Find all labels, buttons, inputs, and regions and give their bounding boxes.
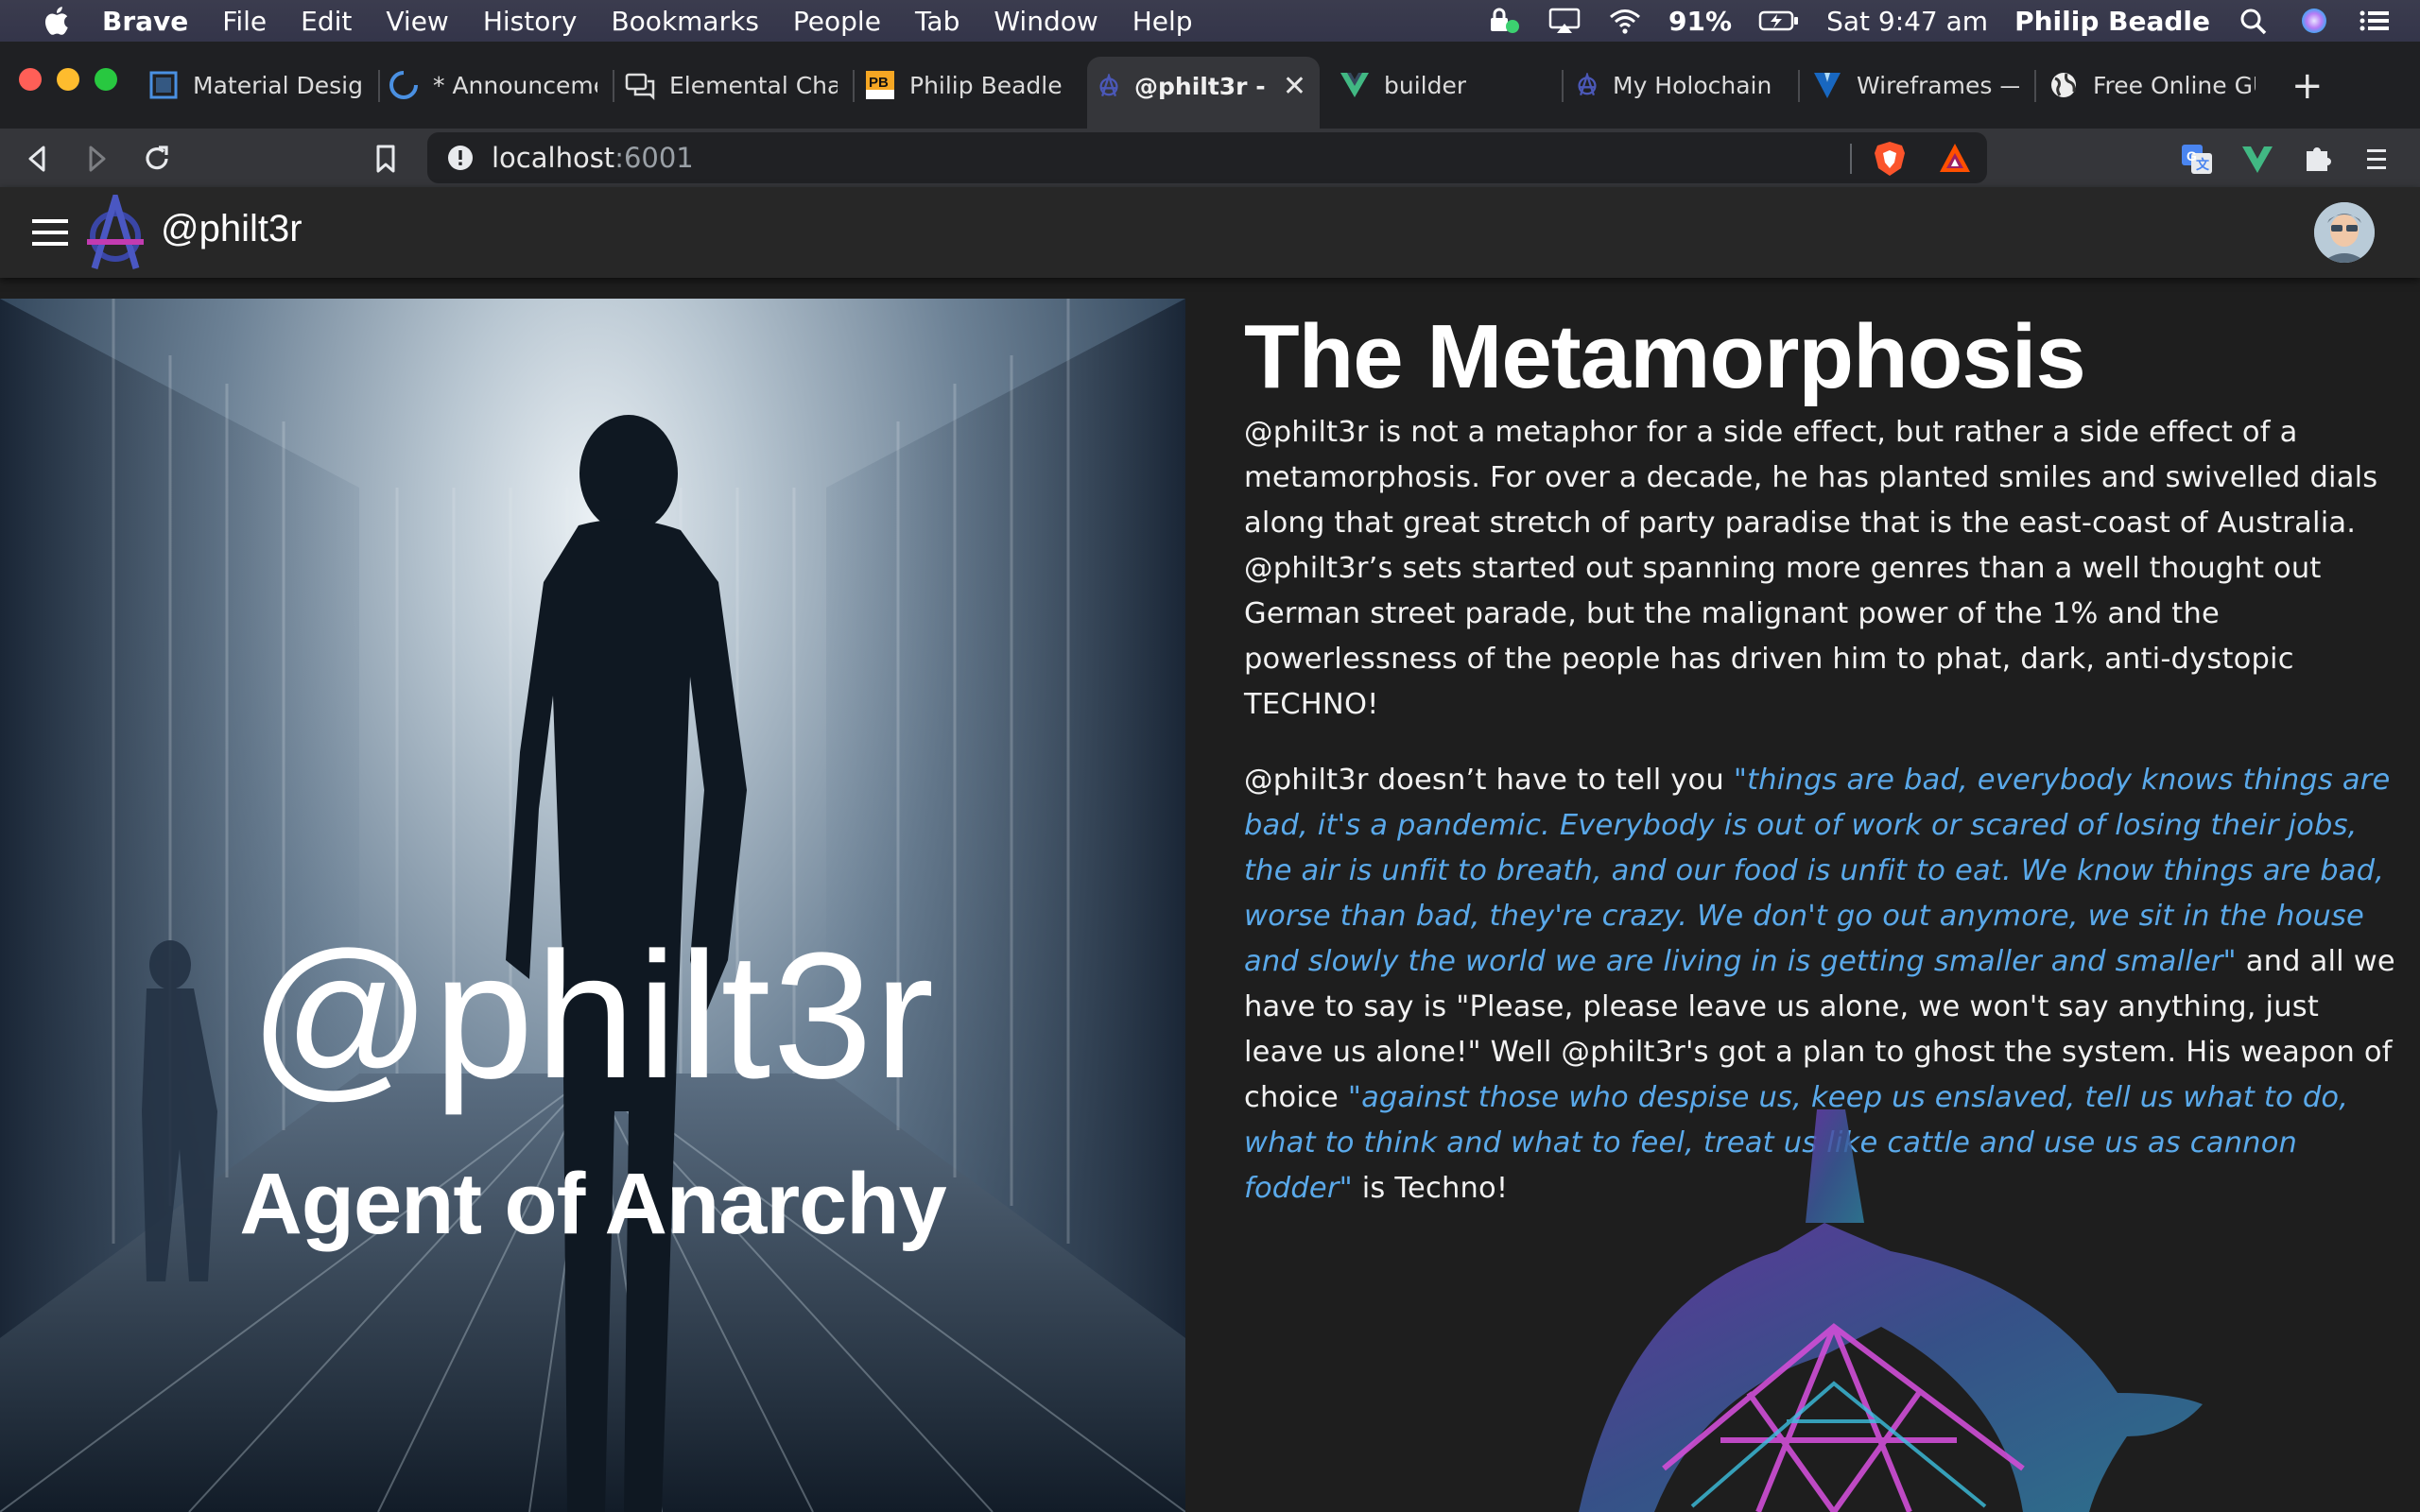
extensions-puzzle-icon[interactable] — [2299, 140, 2337, 178]
svg-text:文: 文 — [2196, 157, 2210, 172]
hero-handle: @philt3r — [249, 916, 937, 1116]
close-tab-icon[interactable]: ✕ — [1283, 70, 1306, 103]
p2-text-c: is Techno! — [1352, 1172, 1509, 1205]
tab-announcements[interactable]: * Announcemen — [378, 59, 611, 112]
reload-icon[interactable] — [138, 140, 176, 178]
browser-toolbar: localhost:6001 G 文 — [0, 129, 2420, 187]
browser-menu-icon[interactable] — [2358, 140, 2395, 178]
article: The Metamorphosis @philt3r is not a meta… — [1244, 304, 2401, 1211]
brave-rewards-icon[interactable] — [1938, 142, 1972, 174]
url-host: localhost — [492, 142, 615, 174]
user-name[interactable]: Philip Beadle — [2014, 6, 2210, 37]
menu-file[interactable]: File — [222, 6, 267, 37]
p2-text-a: @philt3r doesn’t have to tell you — [1244, 764, 1734, 797]
anarchy-logo-icon[interactable] — [81, 195, 149, 270]
tab-my-holochain[interactable]: My Holochain — [1565, 59, 1796, 112]
menu-edit[interactable]: Edit — [301, 6, 352, 37]
app-bar: @philt3r — [0, 187, 2420, 278]
app-brand-title[interactable]: @philt3r — [161, 208, 302, 250]
airplay-icon[interactable] — [1547, 7, 1582, 35]
chat-icon — [625, 73, 655, 101]
notification-center-icon[interactable] — [2358, 7, 2392, 35]
battery-charging-icon[interactable] — [1758, 7, 1800, 35]
svg-text:PB: PB — [869, 75, 889, 91]
article-title: The Metamorphosis — [1244, 306, 2086, 407]
tab-philip-beadle[interactable]: PB Philip Beadle — [855, 59, 1081, 112]
wifi-icon[interactable] — [1608, 7, 1642, 35]
anarchy-emblem-graphic — [1579, 1109, 2203, 1512]
new-tab-button[interactable]: + — [2291, 67, 2324, 105]
hero-tagline: Agent of Anarchy — [239, 1156, 946, 1252]
siri-icon[interactable] — [2297, 7, 2331, 35]
menu-bookmarks[interactable]: Bookmarks — [611, 6, 758, 37]
rain-room-photo — [0, 299, 1185, 1512]
translate-icon[interactable]: G 文 — [2178, 140, 2216, 178]
menu-tab[interactable]: Tab — [915, 6, 959, 37]
clock[interactable]: Sat 9:47 am — [1826, 6, 1988, 37]
vuetify-icon — [1814, 73, 1841, 98]
globe-icon — [2051, 73, 2076, 97]
refresh-spinner-icon — [389, 71, 418, 99]
tab-material-design[interactable]: Material Design — [138, 59, 374, 112]
bookmark-icon[interactable] — [367, 140, 405, 178]
minimize-window-button[interactable] — [57, 68, 79, 91]
tab-philt3r-active[interactable]: @philt3r - A ✕ — [1087, 57, 1320, 129]
brave-shields-icon[interactable] — [1872, 140, 1908, 178]
hero-image: @philt3r Agent of Anarchy — [0, 299, 1185, 1512]
material-icon — [149, 71, 178, 99]
menu-window[interactable]: Window — [994, 6, 1098, 37]
anarchy-icon — [1099, 74, 1118, 97]
tab-builder[interactable]: builder — [1329, 59, 1556, 112]
menu-history[interactable]: History — [483, 6, 578, 37]
vue-icon — [1340, 73, 1369, 97]
menu-people[interactable]: People — [793, 6, 881, 37]
pb-icon: PB — [866, 71, 894, 99]
zoom-window-button[interactable] — [95, 68, 117, 91]
back-icon[interactable] — [19, 140, 57, 178]
spotlight-search-icon[interactable] — [2237, 7, 2271, 35]
menu-help[interactable]: Help — [1132, 6, 1193, 37]
browser-tab-strip: Material Design * Announcemen Elemental … — [0, 42, 2420, 129]
menu-extras: 91% Sat 9:47 am Philip Beadle — [1487, 0, 2392, 42]
close-window-button[interactable] — [19, 68, 42, 91]
tab-elemental-chat[interactable]: Elemental Chat — [614, 59, 851, 112]
vue-devtools-icon[interactable] — [2238, 140, 2276, 178]
holochain-icon — [1578, 73, 1597, 96]
site-info-icon[interactable] — [446, 144, 475, 172]
page-content: @philt3r Agent of Anarchy The Metamorpho… — [0, 278, 2420, 1512]
menu-view[interactable]: View — [386, 6, 448, 37]
tab-free-online-gui[interactable]: Free Online GUI — [2038, 59, 2269, 112]
address-bar[interactable]: localhost:6001 — [427, 132, 1987, 183]
hamburger-menu-icon[interactable] — [32, 217, 68, 248]
vpn-lock-icon[interactable] — [1487, 7, 1521, 35]
menu-app-name[interactable]: Brave — [102, 6, 188, 37]
avatar-face-icon — [2314, 202, 2375, 263]
article-paragraph-1: @philt3r is not a metaphor for a side ef… — [1244, 416, 2378, 721]
macos-menu-bar: Brave File Edit View History Bookmarks P… — [0, 0, 2420, 42]
user-avatar[interactable] — [2314, 202, 2375, 263]
apple-icon[interactable] — [40, 4, 70, 38]
tab-wireframes[interactable]: Wireframes — \ — [1802, 59, 2032, 112]
url-port: :6001 — [614, 142, 694, 174]
battery-percent: 91% — [1668, 5, 1733, 37]
forward-icon[interactable] — [78, 140, 115, 178]
